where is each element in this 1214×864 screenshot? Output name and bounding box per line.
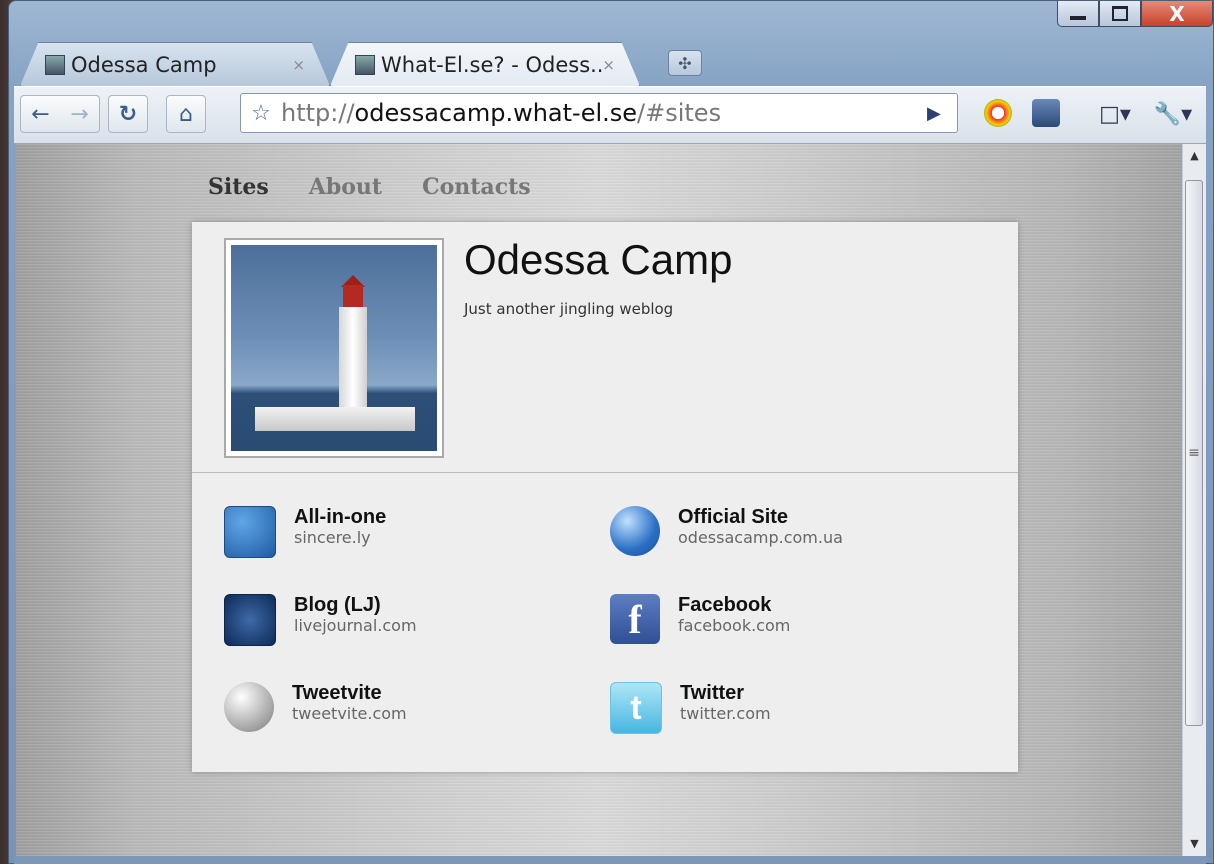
link-tweetvite[interactable]: Tweetvite tweetvite.com xyxy=(224,682,584,740)
back-icon[interactable]: ← xyxy=(31,102,49,127)
bookmark-star-icon[interactable]: ☆ xyxy=(241,101,281,126)
link-text: Twitter twitter.com xyxy=(680,682,771,724)
minimize-button[interactable] xyxy=(1057,1,1099,27)
link-all-in-one[interactable]: All-in-one sincere.ly xyxy=(224,506,584,564)
go-icon[interactable]: ▶ xyxy=(927,103,957,124)
link-name: Blog (LJ) xyxy=(294,594,381,616)
tab-odessa-camp[interactable]: Odessa Camp × xyxy=(20,42,330,86)
link-name: Tweetvite xyxy=(292,682,382,704)
url-prefix: http:// xyxy=(281,99,355,127)
page-viewport: Sites About Contacts Odessa Camp Just an… xyxy=(16,144,1182,856)
back-forward-group: ← → xyxy=(20,95,100,133)
seo-extension-icon[interactable] xyxy=(984,99,1012,127)
facebook-icon: f xyxy=(610,594,660,644)
url-text[interactable]: http://odessacamp.what-el.se/#sites xyxy=(281,99,927,127)
globe-icon xyxy=(610,506,660,556)
page-menu-button[interactable]: □▾ xyxy=(1092,95,1138,133)
link-domain: twitter.com xyxy=(680,704,771,723)
site-tagline: Just another jingling weblog xyxy=(464,300,674,318)
nav-contacts[interactable]: Contacts xyxy=(422,174,531,200)
tab-title: Odessa Camp xyxy=(71,52,217,77)
link-domain: sincere.ly xyxy=(294,528,371,547)
link-twitter[interactable]: t Twitter twitter.com xyxy=(610,682,970,740)
link-blog-lj[interactable]: Blog (LJ) livejournal.com xyxy=(224,594,584,652)
link-text: Facebook facebook.com xyxy=(678,594,790,636)
maximize-button[interactable] xyxy=(1099,1,1141,27)
link-facebook[interactable]: f Facebook facebook.com xyxy=(610,594,970,652)
twitter-icon: t xyxy=(610,682,662,734)
lighthouse-tower xyxy=(339,307,367,417)
close-window-button[interactable]: X xyxy=(1141,1,1213,27)
favicon-icon xyxy=(45,54,65,75)
home-button[interactable]: ⌂ xyxy=(166,95,206,133)
link-name: Official Site xyxy=(678,506,789,528)
reload-icon: ↻ xyxy=(118,101,138,127)
tab-what-else[interactable]: What-El.se? - Odess... × xyxy=(330,42,640,86)
maximize-icon xyxy=(1112,6,1128,21)
window-controls: X xyxy=(1057,1,1213,27)
site-title: Odessa Camp xyxy=(464,236,733,283)
link-text: Tweetvite tweetvite.com xyxy=(292,682,407,724)
favicon-icon xyxy=(355,54,375,75)
new-tab-button[interactable]: ✣ xyxy=(668,50,702,76)
lighthouse-image xyxy=(231,245,437,451)
new-tab-icon: ✣ xyxy=(678,53,692,73)
address-bar[interactable]: ☆ http://odessacamp.what-el.se/#sites ▶ xyxy=(240,93,958,133)
window-bottom-frame xyxy=(14,856,1206,864)
scroll-thumb[interactable]: ≡ xyxy=(1185,180,1203,726)
vertical-scrollbar[interactable]: ▲ ≡ ▼ xyxy=(1182,144,1206,856)
url-host: odessacamp.what-el.se xyxy=(354,99,638,127)
livejournal-icon xyxy=(224,594,276,646)
tab-close-icon[interactable]: × xyxy=(292,56,305,74)
link-domain: facebook.com xyxy=(678,616,791,635)
tab-title: What-El.se? - Odess... xyxy=(381,52,603,77)
profile-card: Odessa Camp Just another jingling weblog… xyxy=(192,222,1018,772)
nav-about[interactable]: About xyxy=(309,174,382,200)
user-extension-icon[interactable] xyxy=(1032,99,1060,127)
lighthouse-photo xyxy=(224,238,444,458)
grip-icon: ≡ xyxy=(1188,445,1200,461)
world-map-icon xyxy=(224,506,276,558)
link-domain: tweetvite.com xyxy=(292,704,407,723)
scroll-down-icon[interactable]: ▼ xyxy=(1183,832,1206,856)
browser-toolbar: ← → ↻ ⌂ ☆ http://odessacamp.what-el.se/#… xyxy=(14,86,1206,144)
link-name: Twitter xyxy=(680,682,745,704)
page-menu-icon: □▾ xyxy=(1099,101,1131,127)
link-domain: odessacamp.com.ua xyxy=(678,528,843,547)
divider xyxy=(192,472,1018,473)
home-icon: ⌂ xyxy=(179,101,193,127)
forward-icon[interactable]: → xyxy=(70,102,88,127)
link-text: Blog (LJ) livejournal.com xyxy=(294,594,417,636)
link-name: All-in-one xyxy=(294,506,387,528)
wrench-menu-button[interactable]: 🔧▾ xyxy=(1148,95,1198,133)
scroll-up-icon[interactable]: ▲ xyxy=(1183,144,1206,168)
site-nav: Sites About Contacts xyxy=(208,174,531,200)
close-icon: X xyxy=(1169,1,1185,26)
lighthouse-base xyxy=(255,407,415,431)
link-name: Facebook xyxy=(678,594,772,616)
tab-strip: Odessa Camp × What-El.se? - Odess... × ✣ xyxy=(20,42,1020,86)
link-text: All-in-one sincere.ly xyxy=(294,506,386,548)
lighthouse-lantern xyxy=(343,285,363,309)
link-text: Official Site odessacamp.com.ua xyxy=(678,506,843,548)
link-domain: livejournal.com xyxy=(294,616,417,635)
reload-button[interactable]: ↻ xyxy=(108,95,148,133)
tweetvite-icon xyxy=(224,682,274,732)
url-suffix: /#sites xyxy=(637,99,722,127)
minimize-icon xyxy=(1070,15,1086,20)
wrench-menu-icon: 🔧▾ xyxy=(1153,101,1193,127)
tab-close-icon[interactable]: × xyxy=(602,56,615,74)
nav-sites[interactable]: Sites xyxy=(208,174,269,200)
link-official-site[interactable]: Official Site odessacamp.com.ua xyxy=(610,506,970,564)
